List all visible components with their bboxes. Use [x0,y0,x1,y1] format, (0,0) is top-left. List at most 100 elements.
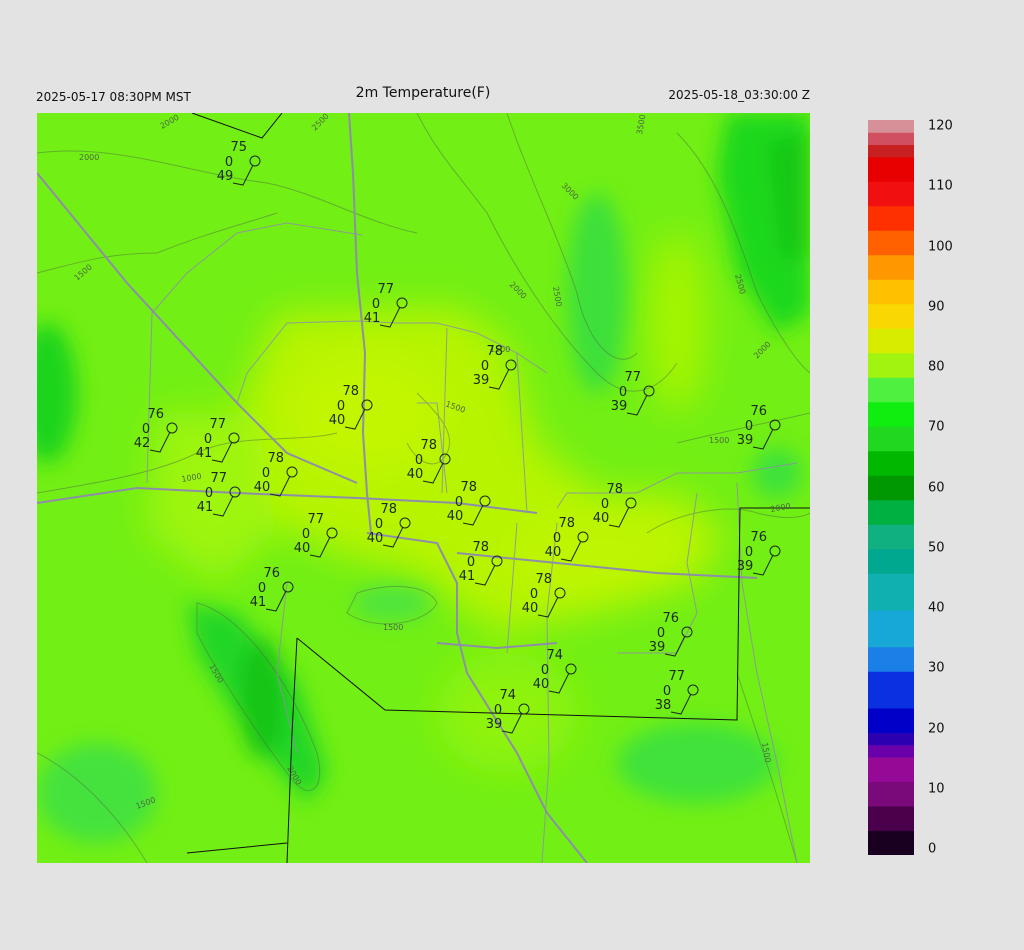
contour-label: 1500 [709,436,729,445]
color-swatch [868,781,914,795]
station-dewpoint: 42 [134,436,151,451]
station-temperature: 78 [420,438,437,453]
color-swatch [868,242,914,256]
station-temperature: 75 [230,140,247,155]
cool-north-valley [567,193,627,393]
station-dewpoint: 41 [196,446,213,461]
color-swatch [868,230,914,243]
color-swatch [868,573,914,586]
color-swatch [868,597,914,611]
color-swatch [868,438,914,452]
color-swatch [868,646,914,660]
station-dewpoint: 40 [407,467,424,482]
station-temperature: 77 [209,417,226,432]
station-dewpoint: 40 [533,677,550,692]
color-swatch [868,401,914,415]
cool-southwest-core [240,638,284,758]
color-swatch [868,610,914,623]
color-swatch [868,414,914,427]
station-temperature: 76 [750,530,767,545]
color-swatch [868,426,914,439]
station-wind-speed: 0 [262,466,270,481]
color-swatch [868,512,914,525]
station-temperature: 78 [342,384,359,399]
color-scale-label: 30 [928,660,945,676]
station-dewpoint: 40 [294,541,311,556]
color-swatch [868,254,914,268]
color-swatch [868,463,914,476]
station-dewpoint: 39 [473,373,490,388]
color-swatch [868,193,914,207]
color-swatch [868,279,914,292]
station-dewpoint: 40 [545,545,562,560]
color-scale-label: 20 [928,721,945,736]
color-swatch [868,303,914,317]
color-swatch [868,806,914,819]
station-temperature: 74 [546,648,563,663]
station-dewpoint: 40 [522,601,539,616]
contour-label: 1500 [383,623,403,632]
station-temperature: 76 [147,407,164,422]
station-dewpoint: 39 [737,559,754,574]
station-dewpoint: 41 [197,500,214,515]
color-swatch [868,732,914,746]
station-temperature: 77 [377,282,394,297]
color-swatch [868,169,914,182]
color-swatch [868,291,914,305]
station-temperature: 78 [486,344,503,359]
cool-south [617,723,777,803]
station-wind-speed: 0 [601,497,609,512]
station-wind-speed: 0 [553,531,561,546]
color-swatch [868,548,914,562]
color-swatch [868,340,914,354]
station-wind-speed: 0 [541,663,549,678]
cool-east-small [752,448,802,498]
color-swatch [868,316,914,329]
station-dewpoint: 39 [486,717,503,732]
color-swatch [868,683,914,697]
color-swatch [868,328,914,341]
station-wind-speed: 0 [302,527,310,542]
station-temperature: 76 [662,611,679,626]
station-dewpoint: 40 [329,413,346,428]
warm-north [647,233,707,413]
temperature-map: 2000 25002000300035002000 2500250020001500… [37,113,810,863]
station-temperature: 78 [460,480,477,495]
station-dewpoint: 39 [737,433,754,448]
station-temperature: 77 [668,669,685,684]
color-swatch [868,475,914,488]
color-swatch [868,205,914,219]
color-swatch [868,695,914,709]
station-temperature: 74 [499,688,516,703]
station-dewpoint: 39 [611,399,628,414]
station-temperature: 78 [380,502,397,517]
color-swatch [868,389,914,403]
color-scale-label: 70 [928,419,945,435]
color-scale-label: 0 [928,841,937,857]
station-wind-speed: 0 [619,385,627,400]
color-scale-label: 110 [928,178,953,194]
station-dewpoint: 41 [459,569,476,584]
station-wind-speed: 0 [467,555,475,570]
color-swatch [868,524,914,537]
station-wind-speed: 0 [657,626,665,641]
color-swatch [868,365,914,378]
color-swatch [868,377,914,390]
color-swatch [868,744,914,758]
station-dewpoint: 38 [655,698,672,713]
station-wind-speed: 0 [663,684,671,699]
station-wind-speed: 0 [494,703,502,718]
station-wind-speed: 0 [415,453,423,468]
color-scale-bar [868,120,914,855]
station-wind-speed: 0 [745,545,753,560]
station-temperature: 77 [307,512,324,527]
color-swatch [868,181,914,194]
station-wind-speed: 0 [205,486,213,501]
color-scale-labels: 120 110 100 90 80 70 60 50 40 30 20 10 0 [928,119,968,857]
color-scale-label: 60 [928,480,945,495]
station-temperature: 78 [472,540,489,555]
color-scale-label: 80 [928,359,945,375]
station-wind-speed: 0 [258,581,266,596]
station-temperature: 78 [535,572,552,587]
color-swatch [868,757,914,770]
